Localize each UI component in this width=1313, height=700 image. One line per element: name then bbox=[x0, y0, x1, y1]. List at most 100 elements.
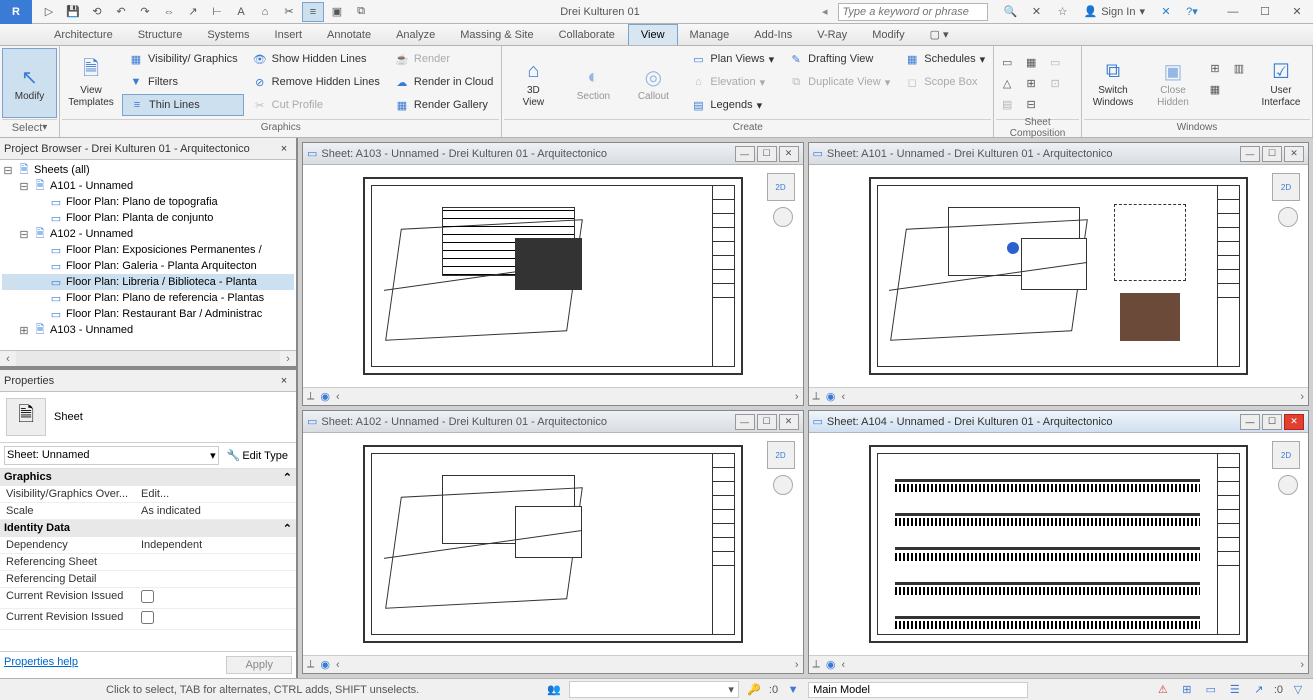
expand-icon[interactable]: ⊟ bbox=[2, 164, 14, 177]
view-minimize-button[interactable]: — bbox=[1240, 146, 1260, 162]
s1-icon[interactable]: ⚠ bbox=[1154, 681, 1172, 699]
browser-scrollbar[interactable]: ‹ › bbox=[0, 350, 296, 366]
s2-icon[interactable]: ⊞ bbox=[1178, 681, 1196, 699]
detail-icon[interactable]: ◉ bbox=[826, 658, 836, 671]
browser-close-icon[interactable]: × bbox=[276, 143, 292, 155]
tab-massing-site[interactable]: Massing & Site bbox=[448, 24, 546, 45]
tab-annotate[interactable]: Annotate bbox=[315, 24, 384, 45]
scroll-left-icon[interactable]: ‹ bbox=[0, 351, 16, 366]
editable-icon[interactable]: 🔑 bbox=[745, 681, 763, 699]
s4-icon[interactable]: ☰ bbox=[1226, 681, 1244, 699]
dim-icon[interactable]: ⊢ bbox=[206, 2, 228, 22]
nav-wheel[interactable] bbox=[1278, 207, 1298, 227]
s5-icon[interactable]: ↗ bbox=[1250, 681, 1268, 699]
tab-modify[interactable]: Modify bbox=[860, 24, 917, 45]
view-titlebar[interactable]: ▭ Sheet: A104 - Unnamed - Drei Kulturen … bbox=[809, 411, 1309, 433]
undo-icon[interactable]: ↶ bbox=[110, 2, 132, 22]
drawing-canvas[interactable]: 2D bbox=[809, 433, 1309, 655]
scale-icon[interactable]: ⟂ bbox=[307, 390, 314, 403]
nav-wheel[interactable] bbox=[773, 475, 793, 495]
nav-cube[interactable]: 2D bbox=[1272, 441, 1300, 469]
tab-architecture[interactable]: Architecture bbox=[42, 24, 126, 45]
thinlines-icon[interactable]: ≡ bbox=[302, 2, 324, 22]
tile-icon[interactable]: ▦ bbox=[1204, 79, 1226, 99]
measure-icon[interactable]: ⇔ bbox=[158, 2, 180, 22]
matchline-icon[interactable]: ⊟ bbox=[1020, 94, 1042, 114]
drafting-view-button[interactable]: ✎Drafting View bbox=[782, 48, 896, 70]
viewref-icon[interactable]: ▤ bbox=[996, 94, 1018, 114]
workset-selector[interactable]: ▾ bbox=[569, 681, 739, 698]
schedules-button[interactable]: ▦Schedules ▾ bbox=[898, 48, 991, 70]
checkbox[interactable] bbox=[141, 590, 154, 603]
visibility-graphics-button[interactable]: ▦Visibility/ Graphics bbox=[122, 48, 244, 70]
sync-icon[interactable]: ⟲ bbox=[86, 2, 108, 22]
view-controlbar[interactable]: ⟂ ◉ ‹ › bbox=[809, 655, 1309, 673]
project-browser-tree[interactable]: ⊟🗎Sheets (all)⊟🗎A101 - Unnamed▭Floor Pla… bbox=[0, 160, 296, 350]
prop-row[interactable]: Referencing Detail bbox=[0, 571, 296, 588]
worksets-icon[interactable]: 👥 bbox=[545, 681, 563, 699]
legends-button[interactable]: ▤Legends ▾ bbox=[684, 94, 780, 116]
switch-icon[interactable]: ⧉ bbox=[350, 2, 372, 22]
view-close-button[interactable]: ✕ bbox=[1284, 414, 1304, 430]
tab-view[interactable]: View bbox=[628, 24, 678, 45]
design-option-selector[interactable] bbox=[808, 682, 1028, 698]
prop-group[interactable]: Identity Data⌃ bbox=[0, 520, 296, 537]
type-selector[interactable]: Sheet: Unnamed ▾ bbox=[4, 446, 219, 465]
remove-hidden-button[interactable]: ⊘Remove Hidden Lines bbox=[246, 71, 386, 93]
help-icon[interactable]: ?▾ bbox=[1181, 2, 1203, 22]
checkbox[interactable] bbox=[141, 611, 154, 624]
maximize-button[interactable]: ☐ bbox=[1249, 1, 1281, 23]
view-close-button[interactable]: ✕ bbox=[779, 146, 799, 162]
expand-icon[interactable]: ⊟ bbox=[18, 228, 30, 241]
nav-wheel[interactable] bbox=[773, 207, 793, 227]
right-arrow[interactable]: › bbox=[795, 659, 799, 671]
user-interface-button[interactable]: ☑ User Interface bbox=[1252, 48, 1310, 118]
select-panel-label[interactable]: Select ▾ bbox=[2, 119, 57, 135]
exchange-icon[interactable]: ✕ bbox=[1155, 2, 1177, 22]
prop-row[interactable]: Current Revision Issued bbox=[0, 588, 296, 609]
s3-icon[interactable]: ▭ bbox=[1202, 681, 1220, 699]
right-arrow[interactable]: › bbox=[1300, 659, 1304, 671]
view-controlbar[interactable]: ⟂ ◉ ‹ › bbox=[303, 655, 803, 673]
view-templates-button[interactable]: 🗎 View Templates bbox=[62, 48, 120, 118]
sign-in-button[interactable]: 👤 Sign In ▾ bbox=[1078, 2, 1151, 22]
match-icon[interactable]: ⊡ bbox=[1044, 73, 1066, 93]
replicate-icon[interactable]: ⊞ bbox=[1204, 58, 1226, 78]
sheet-icon[interactable]: ▭ bbox=[996, 52, 1018, 72]
view-minimize-button[interactable]: — bbox=[735, 414, 755, 430]
plan-views-button[interactable]: ▭Plan Views ▾ bbox=[684, 48, 780, 70]
tab-collaborate[interactable]: Collaborate bbox=[547, 24, 628, 45]
view-titlebar[interactable]: ▭ Sheet: A101 - Unnamed - Drei Kulturen … bbox=[809, 143, 1309, 165]
view-titlebar[interactable]: ▭ Sheet: A102 - Unnamed - Drei Kulturen … bbox=[303, 411, 803, 433]
right-arrow[interactable]: › bbox=[1300, 391, 1304, 403]
detail-icon[interactable]: ◉ bbox=[320, 390, 330, 403]
tab-manage[interactable]: Manage bbox=[678, 24, 743, 45]
comm-icon[interactable]: ✕ bbox=[1026, 2, 1048, 22]
tab-insert[interactable]: Insert bbox=[263, 24, 316, 45]
view-maximize-button[interactable]: ☐ bbox=[1262, 146, 1282, 162]
properties-help-link[interactable]: Properties help bbox=[4, 656, 78, 674]
prop-row[interactable]: Current Revision Issued bbox=[0, 609, 296, 630]
drawing-canvas[interactable]: 2D bbox=[303, 433, 803, 655]
view-close-button[interactable]: ✕ bbox=[779, 414, 799, 430]
rev-icon[interactable]: △ bbox=[996, 73, 1018, 93]
view-close-button[interactable]: ✕ bbox=[1284, 146, 1304, 162]
tree-node[interactable]: ⊟🗎A101 - Unnamed bbox=[2, 178, 294, 194]
tab-analyze[interactable]: Analyze bbox=[384, 24, 448, 45]
modify-button[interactable]: ↖ Modify bbox=[2, 48, 57, 118]
view-maximize-button[interactable]: ☐ bbox=[1262, 414, 1282, 430]
at-icon[interactable]: 🔍 bbox=[1000, 2, 1022, 22]
prop-group[interactable]: Graphics⌃ bbox=[0, 469, 296, 486]
nav-cube[interactable]: 2D bbox=[767, 173, 795, 201]
tree-node[interactable]: ▭Floor Plan: Galeria - Planta Arquitecto… bbox=[2, 258, 294, 274]
edit-type-button[interactable]: 🔧 Edit Type bbox=[223, 447, 292, 464]
left-arrow[interactable]: ‹ bbox=[336, 391, 340, 403]
apply-button[interactable]: Apply bbox=[226, 656, 292, 674]
fav-icon[interactable]: ☆ bbox=[1052, 2, 1074, 22]
view-maximize-button[interactable]: ☐ bbox=[757, 146, 777, 162]
filters-button[interactable]: ▼Filters bbox=[122, 71, 244, 93]
text-icon[interactable]: A bbox=[230, 2, 252, 22]
tab-structure[interactable]: Structure bbox=[126, 24, 196, 45]
left-arrow[interactable]: ‹ bbox=[336, 659, 340, 671]
view-controlbar[interactable]: ⟂ ◉ ‹ › bbox=[809, 387, 1309, 405]
